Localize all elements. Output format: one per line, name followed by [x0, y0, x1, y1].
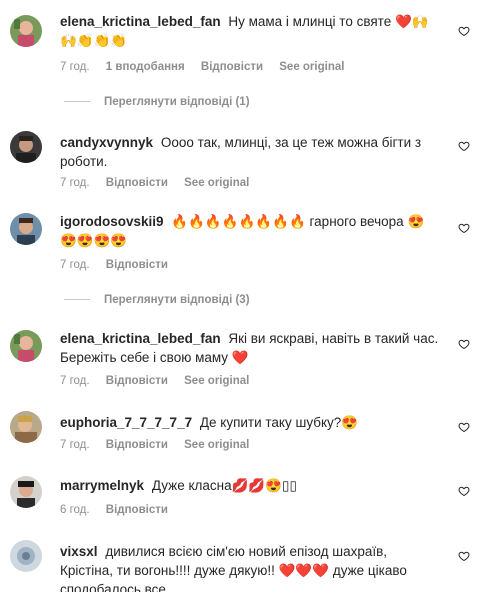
comment-meta: 6 год. Відповісти	[60, 503, 181, 517]
avatar[interactable]	[10, 476, 42, 508]
comment-text: Дуже класна	[151, 478, 232, 493]
heart-icon[interactable]	[458, 25, 470, 37]
bottom-fade	[0, 592, 483, 600]
heart-icon[interactable]	[458, 140, 470, 152]
see-original-button[interactable]: See original	[184, 177, 249, 189]
comment-emoji: 😍	[341, 415, 359, 430]
comment-text: гарного вечора	[309, 214, 404, 229]
avatar[interactable]	[10, 131, 42, 163]
comment-emoji: 💋💋😍▯▯	[231, 478, 297, 493]
comment-body: marrymelnyk Дуже класна💋💋😍▯▯	[60, 476, 440, 495]
comment-username[interactable]: vixsxl	[60, 544, 98, 559]
heart-icon[interactable]	[458, 550, 470, 562]
comment-username[interactable]: candyxvynnyk	[60, 135, 153, 150]
see-original-button[interactable]: See original	[279, 61, 344, 73]
likes-count[interactable]: 1 вподобання	[106, 61, 185, 73]
comment-meta: 7 год. Відповісти	[60, 258, 181, 272]
comment-username[interactable]: elena_krictina_lebed_fan	[60, 331, 221, 346]
comment-time: 6 год.	[60, 504, 90, 516]
comment-username[interactable]: euphoria_7_7_7_7_7	[60, 415, 192, 430]
comment-emoji: ❤️❤️❤️	[278, 563, 330, 578]
comment-body: elena_krictina_lebed_fan Які ви яскраві,…	[60, 329, 440, 367]
comment-body: candyxvynnyk Оооо так, млинці, за це теж…	[60, 133, 440, 171]
heart-icon[interactable]	[458, 338, 470, 350]
comment-body: vixsxl дивилися всією сім'єю новий епізо…	[60, 542, 440, 599]
reply-button[interactable]: Відповісти	[106, 504, 168, 516]
comment-time: 7 год.	[60, 259, 90, 271]
comment-body: igorodosovskii9 🔥🔥🔥🔥🔥🔥🔥🔥 гарного вечора …	[60, 212, 440, 250]
view-replies-label: Переглянути відповіді (1)	[104, 96, 250, 108]
comment-time: 7 год.	[60, 177, 90, 189]
comment-username[interactable]: elena_krictina_lebed_fan	[60, 14, 221, 29]
see-original-button[interactable]: See original	[184, 439, 249, 451]
reply-button[interactable]: Відповісти	[106, 375, 168, 387]
avatar[interactable]	[10, 411, 42, 443]
comment-meta: 7 год. Відповісти See original	[60, 176, 262, 190]
comment-time: 7 год.	[60, 439, 90, 451]
replies-divider	[64, 299, 90, 301]
comment-username[interactable]: igorodosovskii9	[60, 214, 164, 229]
reply-button[interactable]: Відповісти	[106, 259, 168, 271]
comment-meta: 7 год. Відповісти See original	[60, 438, 262, 452]
heart-icon[interactable]	[458, 421, 470, 433]
reply-button[interactable]: Відповісти	[106, 177, 168, 189]
comment-emoji-fire: 🔥🔥🔥🔥🔥🔥🔥🔥	[171, 214, 306, 229]
comment-meta: 7 год. 1 вподобання Відповісти See origi…	[60, 60, 357, 74]
comment-text: Де купити таку шубку?	[199, 415, 342, 430]
avatar[interactable]	[10, 540, 42, 572]
comment-text: Ну мама і млинці то святе	[228, 14, 392, 29]
comment-meta: 7 год. Відповісти See original	[60, 374, 262, 388]
view-replies-label: Переглянути відповіді (3)	[104, 294, 250, 306]
heart-icon[interactable]	[458, 222, 470, 234]
view-replies-button[interactable]: Переглянути відповіді (1)	[64, 95, 250, 109]
comment-username[interactable]: marrymelnyk	[60, 478, 144, 493]
avatar[interactable]	[10, 213, 42, 245]
avatar[interactable]	[10, 15, 42, 47]
comment-time: 7 год.	[60, 61, 90, 73]
comment-time: 7 год.	[60, 375, 90, 387]
comment-emoji: ❤️	[231, 350, 249, 365]
comment-body: elena_krictina_lebed_fan Ну мама і млинц…	[60, 12, 440, 50]
comments-list: elena_krictina_lebed_fan Ну мама і млинц…	[0, 0, 483, 600]
avatar[interactable]	[10, 330, 42, 362]
replies-divider	[64, 101, 90, 103]
reply-button[interactable]: Відповісти	[201, 61, 263, 73]
comment-body: euphoria_7_7_7_7_7 Де купити таку шубку?…	[60, 413, 440, 432]
see-original-button[interactable]: See original	[184, 375, 249, 387]
view-replies-button[interactable]: Переглянути відповіді (3)	[64, 293, 250, 307]
reply-button[interactable]: Відповісти	[106, 439, 168, 451]
heart-icon[interactable]	[458, 485, 470, 497]
